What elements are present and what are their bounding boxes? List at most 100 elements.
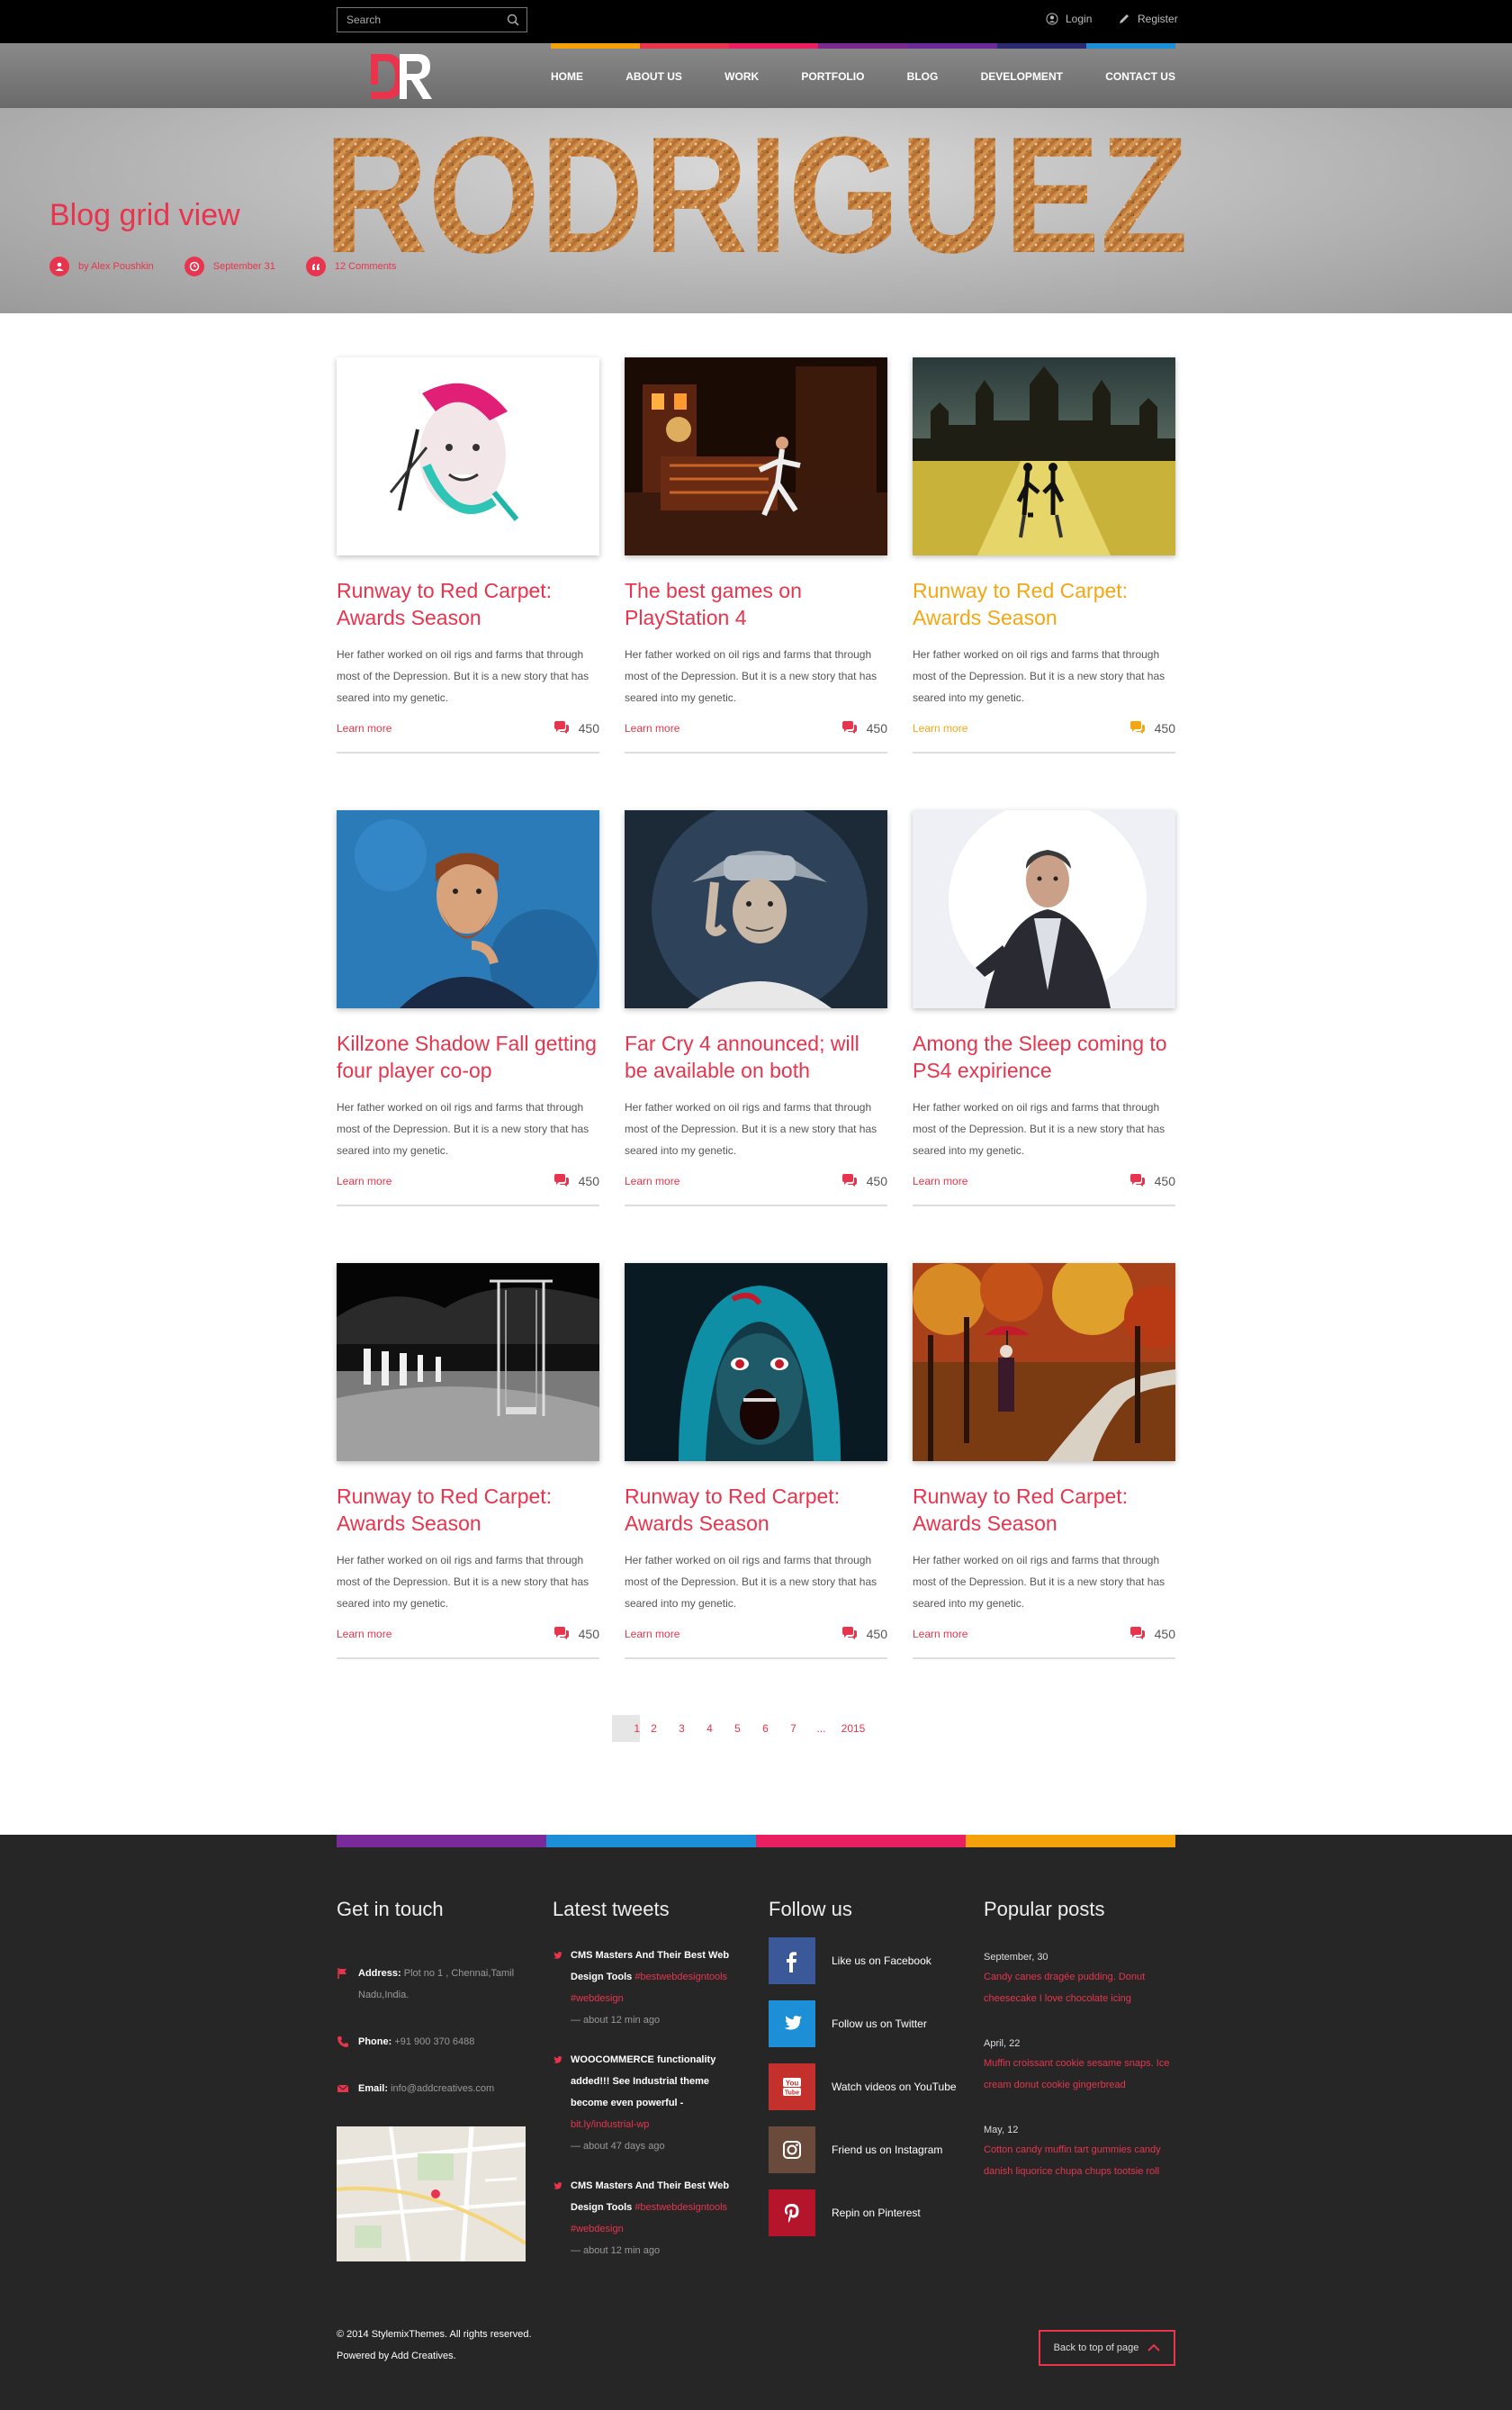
twitter-icon-tile <box>769 2000 815 2047</box>
post-title[interactable]: Runway to Red Carpet: Awards Season <box>337 1483 599 1537</box>
learn-more-link[interactable]: Learn more <box>913 1628 968 1640</box>
learn-more-link[interactable]: Learn more <box>337 1175 392 1187</box>
post-image[interactable] <box>625 1263 887 1461</box>
post-footer: Learn more 450 <box>337 1172 599 1190</box>
flag-icon <box>338 1968 346 1979</box>
popular-post-link[interactable]: Cotton candy muffin tart gummies candy d… <box>984 2139 1174 2182</box>
learn-more-link[interactable]: Learn more <box>913 722 968 735</box>
nav-about-us[interactable]: ABOUT US <box>626 70 682 83</box>
follow-pinterest-link[interactable]: Repin on Pinterest <box>769 2189 957 2236</box>
post-image[interactable] <box>625 810 887 1008</box>
post-title[interactable]: The best games on PlayStation 4 <box>625 577 887 631</box>
learn-more-link[interactable]: Learn more <box>337 1628 392 1640</box>
chevron-up-icon <box>1148 2343 1161 2351</box>
nav-portfolio[interactable]: PORTFOLIO <box>801 70 864 83</box>
follow-facebook-link[interactable]: Like us on Facebook <box>769 1937 957 1984</box>
comment-count[interactable]: 450 <box>842 721 887 736</box>
page-link[interactable]: 4 <box>696 1715 724 1742</box>
twitter-bird-icon <box>554 2182 562 2189</box>
nav-contact-us[interactable]: CONTACT US <box>1105 70 1175 83</box>
comment-count[interactable]: 450 <box>554 721 599 736</box>
popular-post-link[interactable]: Candy canes dragée pudding. Donut cheese… <box>984 1966 1174 2009</box>
post-title[interactable]: Far Cry 4 announced; will be available o… <box>625 1030 887 1084</box>
comment-count[interactable]: 450 <box>554 1627 599 1641</box>
comment-count[interactable]: 450 <box>842 1627 887 1641</box>
register-link[interactable]: Register <box>1118 13 1178 25</box>
post-image[interactable] <box>913 810 1175 1008</box>
search-icon[interactable] <box>507 14 519 26</box>
tweet-tags[interactable]: bit.ly/industrial-wp <box>571 2119 649 2130</box>
login-link[interactable]: Login <box>1046 13 1092 25</box>
comment-count[interactable]: 450 <box>1130 1627 1175 1641</box>
post-image[interactable] <box>337 810 599 1008</box>
learn-more-link[interactable]: Learn more <box>337 722 392 735</box>
meta-comments[interactable]: 12 Comments <box>305 257 396 276</box>
pinterest-icon-tile <box>769 2189 815 2236</box>
nav-development[interactable]: DEVELOPMENT <box>981 70 1063 83</box>
post-title[interactable]: Runway to Red Carpet: Awards Season <box>625 1483 887 1537</box>
post-card: Among the Sleep coming to PS4 expirience… <box>913 810 1175 1206</box>
page-link[interactable]: 3 <box>668 1715 696 1742</box>
post-image[interactable] <box>337 1263 599 1461</box>
follow-youtube-link[interactable]: You Tube Watch videos on YouTube <box>769 2063 957 2110</box>
main-nav: HOME ABOUT US WORK PORTFOLIO BLOG DEVELO… <box>551 70 1175 83</box>
nav-blog[interactable]: BLOG <box>907 70 939 83</box>
post-image[interactable] <box>337 357 599 555</box>
page-link[interactable]: 2 <box>640 1715 668 1742</box>
follow-instagram-link[interactable]: Friend us on Instagram <box>769 2126 957 2173</box>
popular-post-link[interactable]: Muffin croissant cookie sesame snaps. Ic… <box>984 2053 1174 2096</box>
meta-date: September 31 <box>184 257 275 276</box>
post-image[interactable] <box>913 1263 1175 1461</box>
page-link[interactable]: 5 <box>724 1715 752 1742</box>
location-map[interactable] <box>337 2126 526 2261</box>
instagram-icon-tile <box>769 2126 815 2173</box>
post-card: Killzone Shadow Fall getting four player… <box>337 810 599 1206</box>
page-link[interactable]: 1 <box>612 1715 640 1742</box>
post-image[interactable] <box>913 357 1175 555</box>
nav-work[interactable]: WORK <box>724 70 759 83</box>
post-excerpt: Her father worked on oil rigs and farms … <box>625 648 878 704</box>
email-value[interactable]: info@addcreatives.com <box>391 2083 494 2094</box>
comment-count[interactable]: 450 <box>1130 721 1175 736</box>
comment-count[interactable]: 450 <box>1130 1174 1175 1188</box>
follow-us-section: Follow us Like us on Facebook Follow us o… <box>769 1898 957 2236</box>
nav-home[interactable]: HOME <box>551 70 583 83</box>
page-link[interactable]: 2015 <box>835 1715 871 1742</box>
page-link[interactable]: ... <box>807 1715 835 1742</box>
comment-count[interactable]: 450 <box>554 1174 599 1188</box>
page-link[interactable]: 6 <box>752 1715 779 1742</box>
post-footer: Learn more 450 <box>913 1172 1175 1190</box>
follow-twitter-link[interactable]: Follow us on Twitter <box>769 2000 957 2047</box>
meta-author[interactable]: by Alex Poushkin <box>50 257 154 276</box>
learn-more-link[interactable]: Learn more <box>625 1175 680 1187</box>
post-title[interactable]: Among the Sleep coming to PS4 expirience <box>913 1030 1175 1084</box>
post-image[interactable] <box>625 357 887 555</box>
comment-count[interactable]: 450 <box>842 1174 887 1188</box>
learn-more-link[interactable]: Learn more <box>625 1628 680 1640</box>
popular-post-date: May, 12 <box>984 2125 1019 2135</box>
phone-value[interactable]: +91 900 370 6488 <box>394 2036 474 2047</box>
phone-row: Phone: +91 900 370 6488 <box>337 2031 526 2053</box>
swing-bw-image <box>337 1263 599 1461</box>
learn-more-link[interactable]: Learn more <box>625 722 680 735</box>
post-card: Runway to Red Carpet: Awards Season Her f… <box>913 357 1175 754</box>
popular-post: May, 12 Cotton candy muffin tart gummies … <box>984 2121 1174 2182</box>
post-title[interactable]: Runway to Red Carpet: Awards Season <box>913 577 1175 631</box>
post-title[interactable]: Runway to Red Carpet: Awards Season <box>913 1483 1175 1537</box>
twitter-icon <box>784 2016 802 2030</box>
post-title[interactable]: Runway to Red Carpet: Awards Season <box>337 577 599 631</box>
watercolor-face-image <box>337 357 599 555</box>
man-in-jacket-image <box>913 810 1175 1008</box>
author-icon <box>50 257 69 276</box>
back-to-top-button[interactable]: Back to top of page <box>1039 2330 1175 2366</box>
page-title: Blog grid view <box>50 198 240 232</box>
copyright-line-1: © 2014 StylemixThemes. All rights reserv… <box>337 2329 532 2340</box>
tweet-time: — about 12 min ago <box>571 2015 661 2026</box>
learn-more-link[interactable]: Learn more <box>913 1175 968 1187</box>
post-title[interactable]: Killzone Shadow Fall getting four player… <box>337 1030 599 1084</box>
dr-logo[interactable] <box>367 50 434 103</box>
post-card: The best games on PlayStation 4 Her fathe… <box>625 357 887 754</box>
page-link[interactable]: 7 <box>779 1715 807 1742</box>
meta-date-label: September 31 <box>212 261 275 272</box>
search-input[interactable] <box>346 12 500 28</box>
